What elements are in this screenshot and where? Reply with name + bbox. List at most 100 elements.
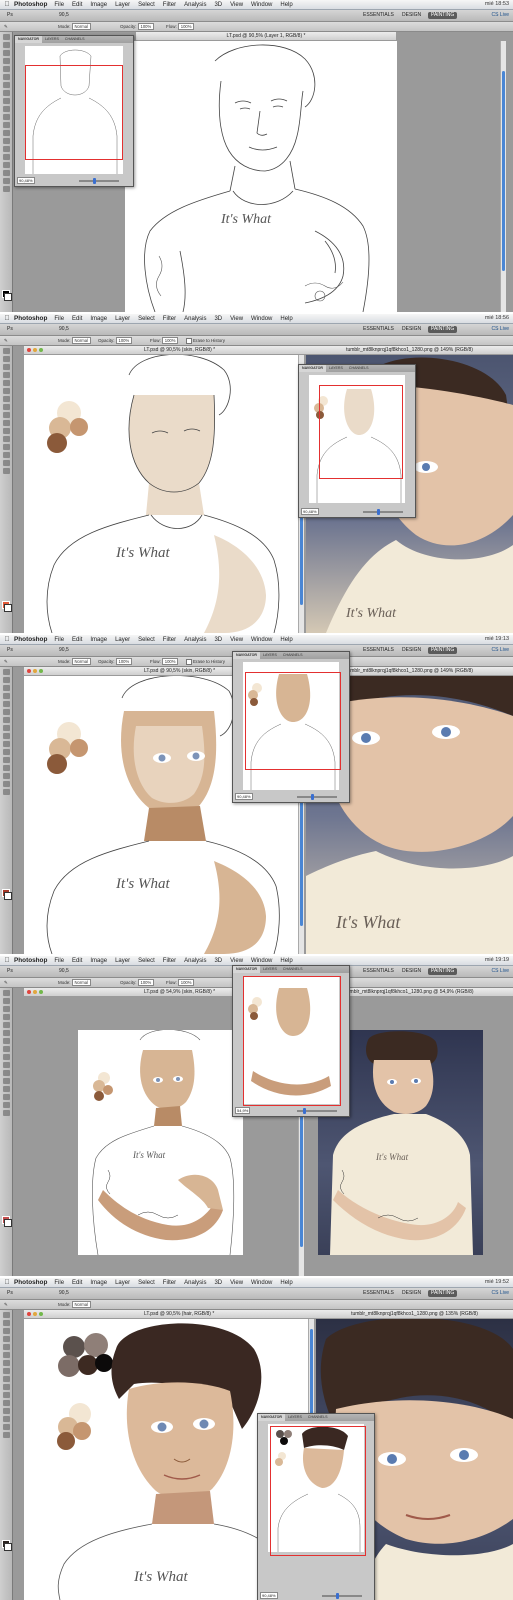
move-tool-icon[interactable] [2,348,10,354]
eyedropper-tool-icon[interactable] [2,388,10,394]
navigator-view-box[interactable] [270,1426,366,1556]
pen-tool-icon[interactable] [2,146,10,152]
workspace-design[interactable]: DESIGN [399,968,424,975]
workspace-design[interactable]: DESIGN [399,326,424,333]
move-tool-icon[interactable] [2,990,10,996]
workspace-design[interactable]: DESIGN [399,1290,424,1297]
menu-file[interactable]: File [54,2,64,8]
navigator-view-box[interactable] [25,65,123,160]
canvas-scrollbar[interactable] [500,41,506,312]
menu-view[interactable]: View [230,1280,243,1286]
menu-image[interactable]: Image [90,316,107,322]
type-tool-icon[interactable] [2,1094,10,1100]
eyedropper-tool-icon[interactable] [2,1030,10,1036]
brush-preset-icon[interactable]: ✎ [4,1301,8,1308]
hand-tool-icon[interactable] [2,1102,10,1108]
app-menu[interactable]: Photoshop [14,1279,47,1286]
menu-window[interactable]: Window [251,1280,272,1286]
menu-layer[interactable]: Layer [115,316,130,322]
menu-analysis[interactable]: Analysis [184,1280,206,1286]
marquee-tool-icon[interactable] [2,42,10,48]
menu-select[interactable]: Select [138,958,155,964]
menu-image[interactable]: Image [90,958,107,964]
menu-layer[interactable]: Layer [115,2,130,8]
pen-tool-icon[interactable] [2,1408,10,1414]
mode-select[interactable]: Normal [71,979,92,986]
eraser-tool-icon[interactable] [2,1384,10,1390]
gradient-tool-icon[interactable] [2,122,10,128]
opacity-field[interactable]: 100% [115,337,133,344]
navigator-zoom-slider[interactable] [363,509,403,515]
background-color-swatch[interactable] [4,604,12,612]
menu-3d[interactable]: 3D [214,637,222,643]
zoom-slider-knob[interactable] [303,1108,306,1114]
zoom-tool-icon[interactable] [2,789,10,795]
menu-select[interactable]: Select [138,1280,155,1286]
path-select-tool-icon[interactable] [2,162,10,168]
zoom-slider-knob[interactable] [377,509,380,515]
tab-navigator[interactable]: NAVIGATOR [233,966,260,973]
workspace-essentials[interactable]: ESSENTIALS [360,1290,397,1297]
menu-analysis[interactable]: Analysis [184,316,206,322]
move-tool-icon[interactable] [2,669,10,675]
tab-channels[interactable]: CHANNELS [62,36,88,43]
workspace-essentials[interactable]: ESSENTIALS [360,12,397,19]
menu-edit[interactable]: Edit [72,2,82,8]
flow-field[interactable]: 100% [177,979,195,986]
navigator-zoom-field[interactable]: 54,9% [235,1107,251,1114]
apple-icon[interactable]:  [0,315,14,322]
tab-layers[interactable]: LAYERS [260,652,280,659]
eraser-tool-icon[interactable] [2,1062,10,1068]
tab-layers[interactable]: LAYERS [260,966,280,973]
brush-tool-icon[interactable] [2,1368,10,1374]
zoom-window-icon[interactable] [39,990,43,994]
app-menu[interactable]: Photoshop [14,315,47,322]
lasso-tool-icon[interactable] [2,1328,10,1334]
close-window-icon[interactable] [27,669,31,673]
workspace-design[interactable]: DESIGN [399,647,424,654]
reference-photo-tab[interactable]: tumblr_mt8lknprqj1qf8khco1_1280.png @ 13… [316,1310,513,1319]
healing-tool-icon[interactable] [2,1038,10,1044]
workspace-painting[interactable]: PAINTING [428,647,458,654]
lasso-tool-icon[interactable] [2,685,10,691]
menu-window[interactable]: Window [251,637,272,643]
menu-edit[interactable]: Edit [72,316,82,322]
history-brush-tool-icon[interactable] [2,106,10,112]
opacity-field[interactable]: 100% [137,23,155,30]
reference-photo-tab[interactable]: tumblr_mt8lknprqj1qf8khco1_1280.png @ 14… [306,346,513,355]
menu-file[interactable]: File [54,316,64,322]
tab-channels[interactable]: CHANNELS [280,652,306,659]
navigator-zoom-slider[interactable] [297,1108,337,1114]
zoom-tool-icon[interactable] [2,468,10,474]
move-tool-icon[interactable] [2,1312,10,1318]
menu-edit[interactable]: Edit [72,958,82,964]
eyedropper-tool-icon[interactable] [2,1352,10,1358]
cs-live-button[interactable]: CS Live [491,326,509,333]
marquee-tool-icon[interactable] [2,677,10,683]
gradient-tool-icon[interactable] [2,1070,10,1076]
zoom-level[interactable]: 90,5 [56,968,72,975]
navigator-view-box[interactable] [243,976,341,1106]
navigator-zoom-field[interactable]: 90,48% [17,177,35,184]
opacity-field[interactable]: 100% [137,979,155,986]
eraser-tool-icon[interactable] [2,741,10,747]
hand-tool-icon[interactable] [2,460,10,466]
eraser-preset-icon[interactable]: ✎ [4,337,8,344]
healing-tool-icon[interactable] [2,1360,10,1366]
background-color-swatch[interactable] [4,293,12,301]
menu-layer[interactable]: Layer [115,637,130,643]
zoom-tool-icon[interactable] [2,1110,10,1116]
clone-tool-icon[interactable] [2,733,10,739]
menu-filter[interactable]: Filter [163,316,176,322]
quick-select-tool-icon[interactable] [2,372,10,378]
clone-tool-icon[interactable] [2,412,10,418]
brush-preset-icon[interactable]: ✎ [4,23,8,30]
app-menu[interactable]: Photoshop [14,1,47,8]
minimize-window-icon[interactable] [33,1312,37,1316]
blur-tool-icon[interactable] [2,1400,10,1406]
menu-analysis[interactable]: Analysis [184,958,206,964]
dodge-tool-icon[interactable] [2,138,10,144]
menu-file[interactable]: File [54,1280,64,1286]
cs-live-button[interactable]: CS Live [491,12,509,19]
zoom-level[interactable]: 90,5 [56,326,72,333]
